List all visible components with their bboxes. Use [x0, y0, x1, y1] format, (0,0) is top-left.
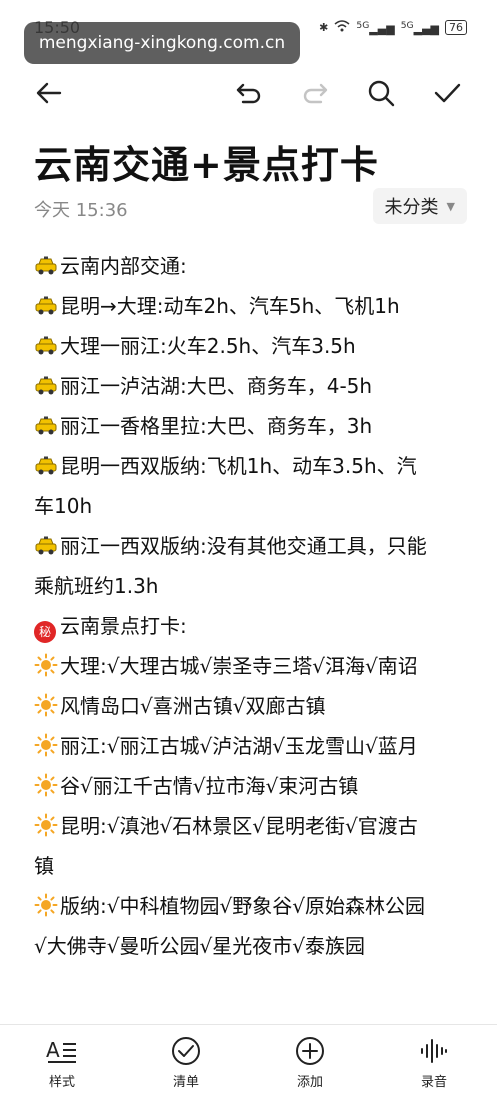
editor-toolbar — [0, 70, 497, 116]
plus-circle-icon — [280, 1035, 340, 1067]
taxi-icon — [34, 326, 58, 366]
style-label: 样式 — [48, 1075, 75, 1090]
note-date: 今天 15:36 — [34, 200, 128, 221]
redo-button[interactable] — [296, 74, 334, 112]
back-button[interactable] — [30, 74, 68, 112]
add-label: 添加 — [296, 1075, 323, 1090]
note-line: 风情岛口√喜洲古镇√双廊古镇 — [34, 686, 474, 726]
note-line-text: 版纳:√中科植物园√野象谷√原始森林公园 — [60, 894, 425, 918]
check-circle-icon — [156, 1035, 216, 1067]
taxi-icon — [34, 246, 58, 286]
undo-icon — [236, 83, 261, 104]
svg-text:A: A — [46, 1038, 60, 1062]
note-line: 版纳:√中科植物园√野象谷√原始森林公园 — [34, 886, 474, 926]
note-line: 丽江一泸沽湖:大巴、商务车，4-5h — [34, 366, 474, 406]
taxi-icon — [34, 526, 58, 566]
note-title[interactable]: 云南交通+景点打卡 — [34, 134, 379, 189]
note-line-text: 大理:√大理古城√崇圣寺三塔√洱海√南诏 — [60, 654, 418, 678]
note-line: 乘航班约1.3h — [34, 566, 474, 606]
sun-icon — [34, 886, 58, 926]
search-icon — [368, 80, 395, 107]
sun-icon — [34, 766, 58, 806]
note-line-text: √大佛寺√曼听公园√星光夜市√泰族园 — [34, 934, 365, 958]
note-line: 丽江一西双版纳:没有其他交通工具，只能 — [34, 526, 474, 566]
taxi-icon — [34, 286, 58, 326]
battery-icon: 76 — [445, 20, 467, 36]
bluetooth-icon: ✱ — [319, 21, 329, 35]
sun-icon — [34, 686, 58, 726]
redo-icon — [303, 83, 328, 104]
sun-icon — [34, 646, 58, 686]
note-line: 大理:√大理古城√崇圣寺三塔√洱海√南诏 — [34, 646, 474, 686]
note-line-text: 谷√丽江千古情√拉市海√束河古镇 — [60, 774, 359, 798]
note-line-text: 丽江一泸沽湖:大巴、商务车，4-5h — [60, 374, 373, 398]
note-line-text: 云南景点打卡: — [60, 614, 187, 638]
note-line: 昆明:√滇池√石林景区√昆明老街√官渡古 — [34, 806, 474, 846]
category-label: 未分类 — [384, 197, 439, 218]
checklist-label: 清单 — [172, 1075, 199, 1090]
add-button[interactable]: 添加 — [280, 1035, 340, 1090]
secret-badge-icon: 秘 — [34, 621, 56, 643]
checklist-button[interactable]: 清单 — [156, 1035, 216, 1090]
note-body[interactable]: 云南内部交通: 昆明→大理:动车2h、汽车5h、飞机1h 大理一丽江:火车2.5h、… — [34, 246, 474, 966]
note-line: 昆明一西双版纳:飞机1h、动车3.5h、汽 — [34, 446, 474, 486]
note-line: 车10h — [34, 486, 474, 526]
note-line-text: 大理一丽江:火车2.5h、汽车3.5h — [60, 334, 356, 358]
signal-1-icon: 5G▂▄▆ — [356, 20, 395, 36]
note-line-text: 丽江一西双版纳:没有其他交通工具，只能 — [60, 534, 427, 558]
note-line-text: 云南内部交通: — [60, 254, 187, 278]
style-button[interactable]: A 样式 — [32, 1035, 92, 1090]
note-line-text: 丽江:√丽江古城√泸沽湖√玉龙雪山√蓝月 — [60, 734, 418, 758]
sun-icon — [34, 806, 58, 846]
taxi-icon — [34, 366, 58, 406]
note-line: 云南内部交通: — [34, 246, 474, 286]
note-line-text: 镇 — [34, 854, 54, 878]
note-line: 镇 — [34, 846, 474, 886]
back-arrow-icon — [36, 82, 62, 104]
taxi-icon — [34, 446, 58, 486]
note-line-text: 风情岛口√喜洲古镇√双廊古镇 — [60, 694, 326, 718]
undo-button[interactable] — [230, 74, 268, 112]
note-line-text: 昆明:√滇池√石林景区√昆明老街√官渡古 — [60, 814, 418, 838]
wifi-icon — [334, 20, 350, 35]
note-line: 谷√丽江千古情√拉市海√束河古镇 — [34, 766, 474, 806]
bottom-bar: A 样式 清单 添加 录音 — [0, 1024, 497, 1093]
record-button[interactable]: 录音 — [404, 1035, 464, 1090]
sun-icon — [34, 726, 58, 766]
caret-down-icon: ▼ — [446, 199, 455, 213]
note-line: 昆明→大理:动车2h、汽车5h、飞机1h — [34, 286, 474, 326]
signal-2-icon: 5G▂▄▆ — [400, 20, 439, 36]
record-label: 录音 — [420, 1075, 447, 1090]
note-line-text: 丽江一香格里拉:大巴、商务车，3h — [60, 414, 373, 438]
done-button[interactable] — [428, 74, 466, 112]
search-button[interactable] — [362, 74, 400, 112]
note-line: 丽江一香格里拉:大巴、商务车，3h — [34, 406, 474, 446]
note-line-text: 乘航班约1.3h — [34, 574, 159, 598]
note-line-text: 昆明→大理:动车2h、汽车5h、飞机1h — [60, 294, 400, 318]
category-selector[interactable]: 未分类 ▼ — [372, 188, 467, 224]
system-icons: ✱ 5G▂▄▆ 5G▂▄▆ 76 — [319, 20, 467, 36]
text-style-icon: A — [32, 1035, 92, 1067]
note-line-text: 昆明一西双版纳:飞机1h、动车3.5h、汽 — [60, 454, 417, 478]
watermark: mengxiang-xingkong.com.cn — [24, 22, 300, 64]
note-line-text: 车10h — [34, 494, 93, 518]
taxi-icon — [34, 406, 58, 446]
note-line: 秘云南景点打卡: — [34, 606, 474, 646]
note-line: 丽江:√丽江古城√泸沽湖√玉龙雪山√蓝月 — [34, 726, 474, 766]
note-line: √大佛寺√曼听公园√星光夜市√泰族园 — [34, 926, 474, 966]
note-line: 大理一丽江:火车2.5h、汽车3.5h — [34, 326, 474, 366]
waveform-icon — [404, 1035, 464, 1067]
checkmark-icon — [434, 83, 461, 103]
